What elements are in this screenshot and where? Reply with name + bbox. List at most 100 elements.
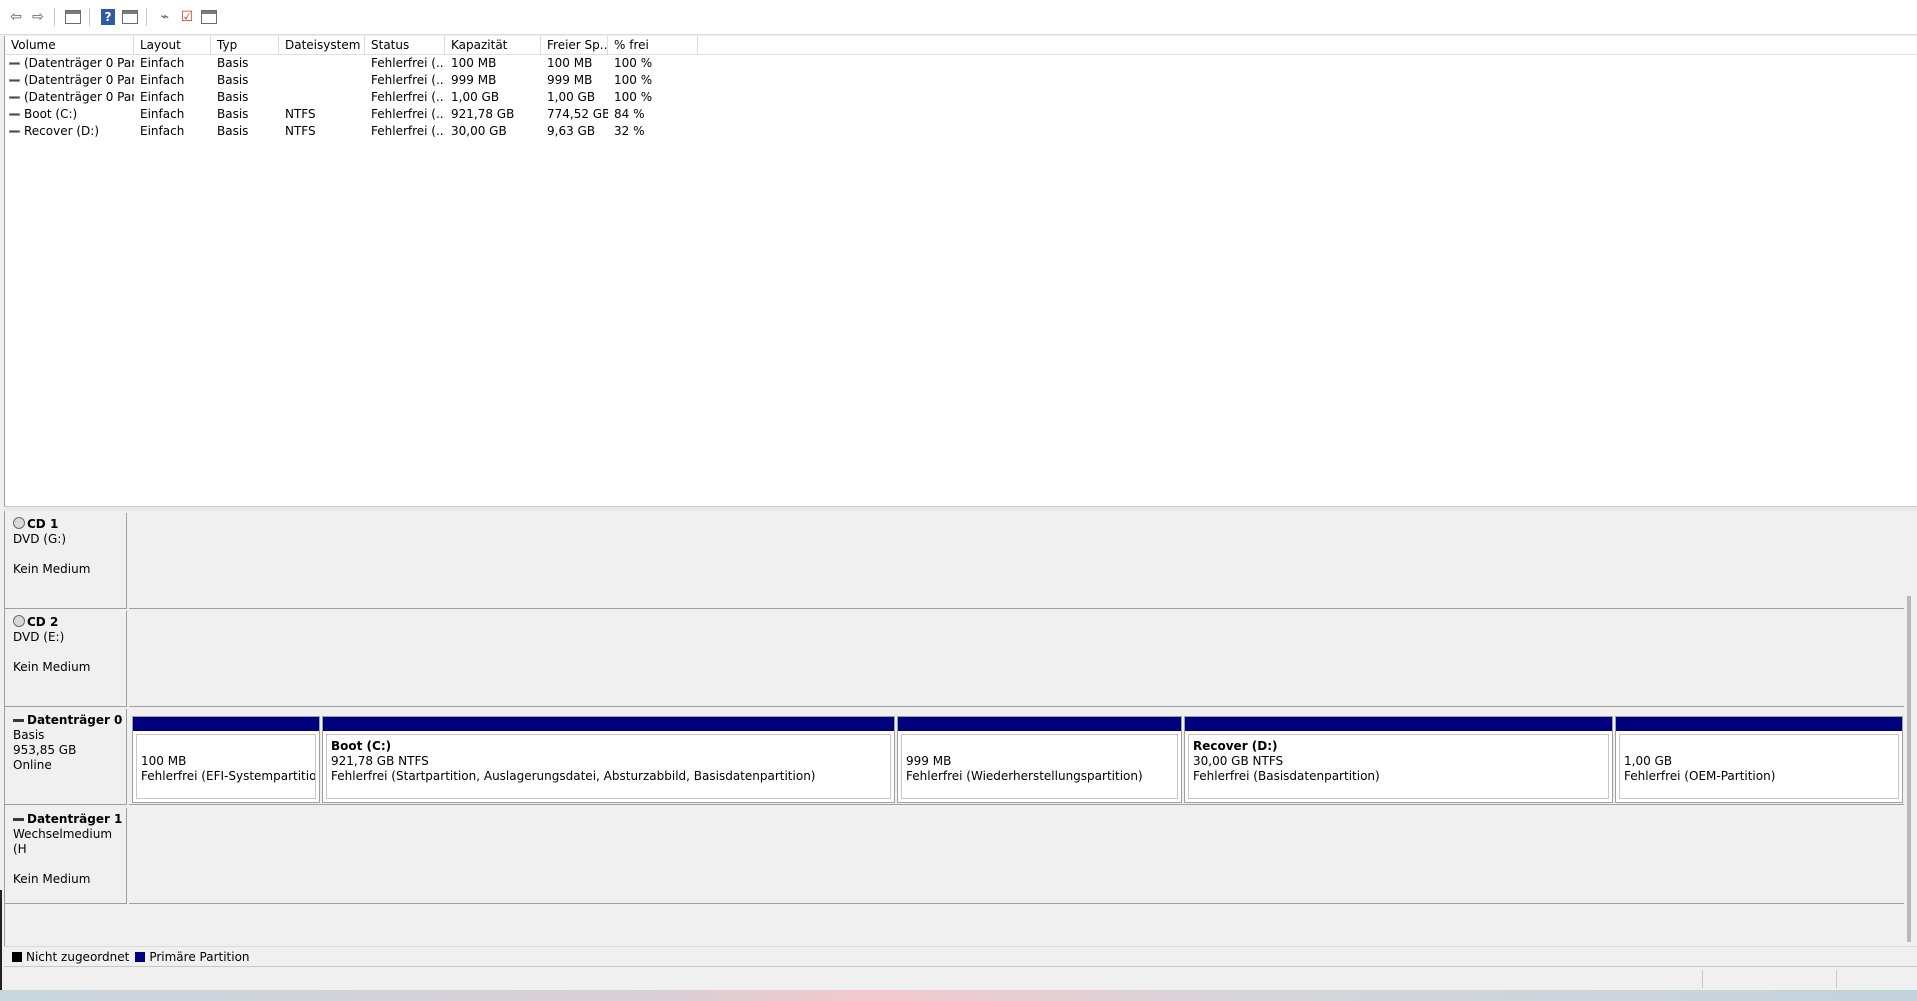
disk-view-scrollbar[interactable] bbox=[1904, 516, 1915, 944]
legend-label-unallocated: Nicht zugeordnet bbox=[26, 950, 130, 964]
hard-disk-icon bbox=[13, 719, 24, 722]
partition-status: Fehlerfrei (Startpartition, Auslagerungs… bbox=[331, 769, 816, 783]
partition-size: 1,00 GB bbox=[1624, 754, 1673, 768]
disk-empty-area[interactable] bbox=[129, 808, 1905, 904]
volume-row[interactable]: Boot (C:) Einfach Basis NTFS Fehlerfrei … bbox=[5, 106, 1917, 123]
disk-info-line: Basis bbox=[13, 728, 45, 742]
cell-status: Fehlerfrei (... bbox=[371, 56, 445, 70]
column-header-type[interactable]: Typ bbox=[211, 36, 279, 54]
partition-recover-d[interactable]: Recover (D:) 30,00 GB NTFS Fehlerfrei (B… bbox=[1184, 716, 1613, 803]
disk-status: Kein Medium bbox=[13, 872, 91, 886]
partition-name bbox=[906, 739, 1173, 754]
cell-percent-free: 100 % bbox=[614, 56, 653, 70]
properties-icon[interactable] bbox=[199, 7, 219, 27]
partition-body: Recover (D:) 30,00 GB NTFS Fehlerfrei (B… bbox=[1188, 734, 1609, 799]
disk-label[interactable]: Datenträger 0 Basis 953,85 GB Online bbox=[5, 709, 127, 805]
disk-info-line bbox=[13, 547, 126, 562]
cell-layout: Einfach bbox=[140, 107, 185, 121]
cell-free-space: 1,00 GB bbox=[547, 90, 596, 104]
partition-color-bar bbox=[898, 717, 1181, 731]
disk-label[interactable]: CD 2 DVD (E:) Kein Medium bbox=[5, 611, 127, 707]
partition-size: 921,78 GB NTFS bbox=[331, 754, 429, 768]
column-header-status[interactable]: Status bbox=[365, 36, 445, 54]
legend-label-primary: Primäre Partition bbox=[149, 950, 250, 964]
partition-status: Fehlerfrei (EFI-Systempartition) bbox=[141, 769, 316, 783]
column-header-percent-free[interactable]: % frei bbox=[608, 36, 698, 54]
back-arrow-icon[interactable]: ⇦ bbox=[6, 7, 26, 27]
help-icon[interactable]: ? bbox=[98, 7, 118, 27]
disk-row-cd1: CD 1 DVD (G:) Kein Medium bbox=[5, 511, 1905, 609]
volume-list-header: Volume Layout Typ Dateisystem Status Kap… bbox=[5, 36, 1917, 55]
scrollbar-thumb[interactable] bbox=[1907, 596, 1911, 942]
cell-volume: Boot (C:) bbox=[5, 106, 134, 123]
disk-info-line: DVD (E:) bbox=[13, 630, 65, 644]
disk-management-window: ⇦ ⇨ ? ⌁ ☑ Volume Layout Typ Dateisystem … bbox=[0, 0, 1917, 1001]
volume-list[interactable]: Volume Layout Typ Dateisystem Status Kap… bbox=[4, 36, 1917, 506]
cell-percent-free: 100 % bbox=[614, 73, 653, 87]
partition-oem[interactable]: 1,00 GB Fehlerfrei (OEM-Partition) bbox=[1615, 716, 1903, 803]
cell-layout: Einfach bbox=[140, 90, 185, 104]
cd-drive-icon bbox=[13, 517, 25, 529]
status-bar bbox=[4, 966, 1917, 991]
disk-info-line bbox=[13, 857, 126, 872]
partition-status: Fehlerfrei (Wiederherstellungspartition) bbox=[906, 769, 1143, 783]
volume-icon bbox=[9, 62, 20, 65]
legend-swatch-unallocated bbox=[12, 952, 22, 962]
cell-percent-free: 100 % bbox=[614, 90, 653, 104]
cell-capacity: 30,00 GB bbox=[451, 124, 507, 138]
cell-volume-text: Recover (D:) bbox=[24, 124, 99, 138]
partition-status: Fehlerfrei (OEM-Partition) bbox=[1624, 769, 1776, 783]
volume-row[interactable]: Recover (D:) Einfach Basis NTFS Fehlerfr… bbox=[5, 123, 1917, 140]
disk-label[interactable]: Datenträger 1 Wechselmedium (H Kein Medi… bbox=[5, 808, 127, 904]
cell-filesystem bbox=[279, 89, 365, 106]
action-pane-icon[interactable] bbox=[120, 7, 140, 27]
cell-capacity: 999 MB bbox=[451, 73, 497, 87]
column-header-filesystem[interactable]: Dateisystem bbox=[279, 36, 365, 54]
cell-status: Fehlerfrei (... bbox=[371, 90, 445, 104]
disk-label[interactable]: CD 1 DVD (G:) Kein Medium bbox=[5, 513, 127, 609]
cell-free-space: 774,52 GB bbox=[547, 107, 608, 121]
partition-size: 100 MB bbox=[141, 754, 187, 768]
check-icon[interactable]: ☑ bbox=[177, 7, 197, 27]
status-panel bbox=[1836, 970, 1837, 988]
connect-icon[interactable]: ⌁ bbox=[155, 7, 175, 27]
partition-recovery[interactable]: 999 MB Fehlerfrei (Wiederherstellungspar… bbox=[897, 716, 1182, 803]
partition-boot-c[interactable]: Boot (C:) 921,78 GB NTFS Fehlerfrei (Sta… bbox=[322, 716, 895, 803]
disk-title: CD 1 bbox=[27, 517, 59, 531]
disk-empty-area[interactable] bbox=[129, 513, 1905, 609]
cell-layout: Einfach bbox=[140, 73, 185, 87]
window-edge bbox=[0, 890, 2, 990]
cell-free-space: 999 MB bbox=[547, 73, 593, 87]
console-tree-icon[interactable] bbox=[63, 7, 83, 27]
volume-icon bbox=[9, 79, 20, 82]
disk-partition-area: 100 MB Fehlerfrei (EFI-Systempartition) … bbox=[129, 709, 1905, 805]
volume-row[interactable]: (Datenträger 0 Par... Einfach Basis Fehl… bbox=[5, 89, 1917, 106]
disk-graphical-view: CD 1 DVD (G:) Kein Medium CD 2 DVD (E:) … bbox=[4, 511, 1917, 946]
forward-arrow-icon[interactable]: ⇨ bbox=[28, 7, 48, 27]
partition-color-bar bbox=[133, 717, 319, 731]
column-header-volume[interactable]: Volume bbox=[5, 36, 134, 54]
cell-filesystem: NTFS bbox=[285, 124, 316, 138]
volume-row[interactable]: (Datenträger 0 Par... Einfach Basis Fehl… bbox=[5, 55, 1917, 72]
partition-efi[interactable]: 100 MB Fehlerfrei (EFI-Systempartition) bbox=[132, 716, 320, 803]
partition-body: 999 MB Fehlerfrei (Wiederherstellungspar… bbox=[901, 734, 1178, 799]
column-header-capacity[interactable]: Kapazität bbox=[445, 36, 541, 54]
cell-type: Basis bbox=[217, 73, 249, 87]
volume-row[interactable]: (Datenträger 0 Par... Einfach Basis Fehl… bbox=[5, 72, 1917, 89]
cell-type: Basis bbox=[217, 107, 249, 121]
disk-row-disk1: Datenträger 1 Wechselmedium (H Kein Medi… bbox=[5, 806, 1905, 905]
disk-empty-area[interactable] bbox=[129, 611, 1905, 707]
volume-icon bbox=[9, 96, 20, 99]
cell-status: Fehlerfrei (... bbox=[371, 107, 445, 121]
cell-volume-text: Boot (C:) bbox=[24, 107, 78, 121]
partition-name: Boot (C:) bbox=[331, 739, 392, 753]
cell-volume: (Datenträger 0 Par... bbox=[5, 72, 134, 89]
partition-color-bar bbox=[1185, 717, 1612, 731]
column-header-free-space[interactable]: Freier Sp... bbox=[541, 36, 608, 54]
partition-body: Boot (C:) 921,78 GB NTFS Fehlerfrei (Sta… bbox=[326, 734, 891, 799]
partition-size: 30,00 GB NTFS bbox=[1193, 754, 1284, 768]
column-header-layout[interactable]: Layout bbox=[134, 36, 211, 54]
cell-type: Basis bbox=[217, 56, 249, 70]
cell-status: Fehlerfrei (... bbox=[371, 73, 445, 87]
help-glyph: ? bbox=[101, 9, 115, 25]
